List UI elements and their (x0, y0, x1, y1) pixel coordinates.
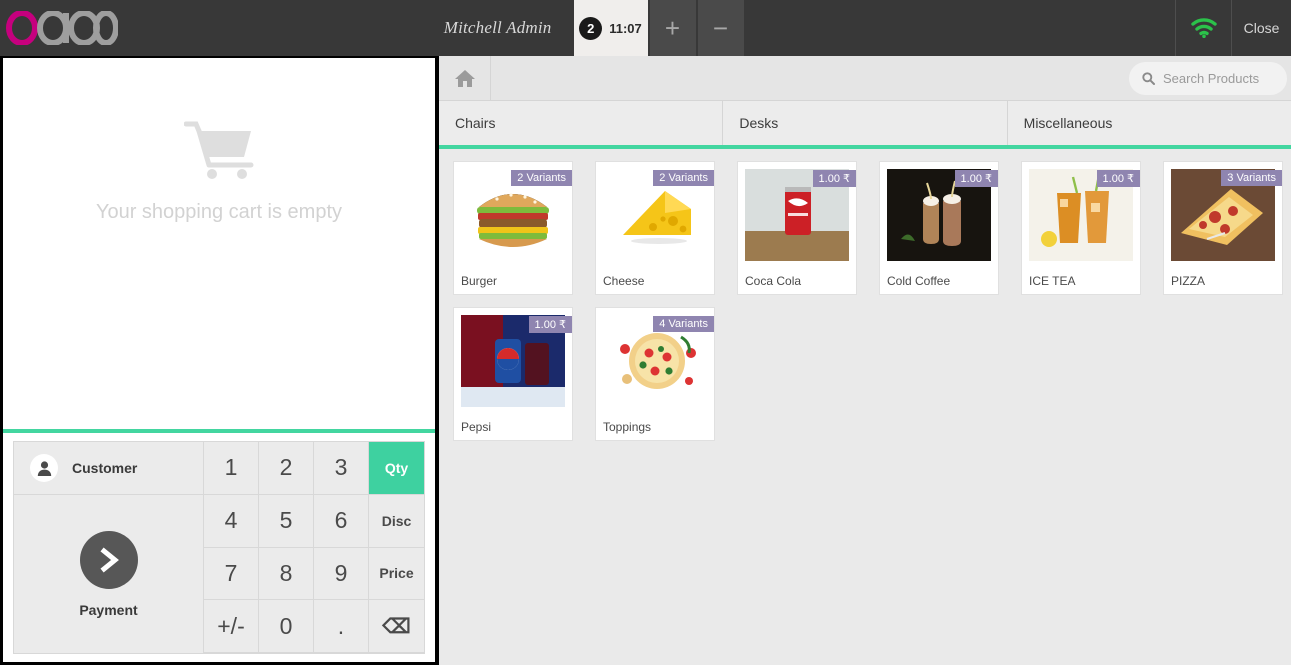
category-tab-chairs[interactable]: Chairs (439, 101, 724, 145)
numpad-key-9[interactable]: 9 (314, 547, 369, 601)
product-grid: 2 Variants Burger 2 Variants Cheese 1.00 ₹… (439, 149, 1291, 665)
wifi-status-button[interactable] (1175, 0, 1231, 56)
order-tabs: 2 11:07 + − (573, 0, 744, 56)
product-card[interactable]: 4 Variants Toppings (595, 307, 715, 441)
numpad-key-2[interactable]: 2 (259, 442, 314, 495)
remove-order-button[interactable]: − (695, 0, 744, 56)
category-tab-label: Chairs (455, 115, 496, 131)
numpad-mode-disc[interactable]: Disc (369, 494, 424, 548)
odoo-logo[interactable] (0, 0, 120, 56)
numpad-key-7[interactable]: 7 (204, 547, 259, 601)
add-order-button[interactable]: + (647, 0, 696, 56)
numpad-key-8[interactable]: 8 (259, 547, 314, 601)
product-name: Cold Coffee (887, 274, 951, 288)
product-badge: 1.00 ₹ (528, 316, 572, 333)
numpad-key-6[interactable]: 6 (314, 494, 369, 548)
product-name: ICE TEA (1029, 274, 1076, 288)
numpad-key-sign[interactable]: +/- (204, 600, 259, 653)
user-icon (30, 454, 58, 482)
product-card[interactable]: 1.00 ₹ Pepsi (453, 307, 573, 441)
numpad-mode-qty[interactable]: Qty (369, 442, 424, 495)
numpad-left-column: Customer Payment (14, 442, 204, 653)
numpad-key-3[interactable]: 3 (314, 442, 369, 495)
home-button[interactable] (439, 55, 491, 101)
product-name: Coca Cola (745, 274, 802, 288)
header-right-group: Close (1175, 0, 1291, 56)
numpad-key-4[interactable]: 4 (204, 494, 259, 548)
home-icon (454, 70, 475, 87)
body-split: Your shopping cart is empty Customer Pay… (0, 55, 1291, 665)
header-spacer (744, 0, 1176, 56)
left-order-panel: Your shopping cart is empty Customer Pay… (0, 56, 437, 665)
product-badge: 3 Variants (1221, 170, 1282, 186)
numpad-key-decimal[interactable]: . (314, 600, 369, 653)
product-name: PIZZA (1171, 274, 1206, 288)
product-name: Toppings (603, 420, 652, 434)
numpad-keys-grid: 1 2 3 Qty 4 5 6 Disc 7 8 9 Price +/- 0. ⌫ (204, 442, 424, 653)
customer-label: Customer (72, 460, 138, 476)
category-tab-label: Desks (739, 115, 779, 131)
product-badge: 4 Variants (653, 316, 714, 332)
order-tab-active[interactable]: 2 11:07 (573, 0, 648, 56)
payment-button[interactable]: Payment (14, 495, 203, 653)
cart-empty-message: Your shopping cart is empty (95, 201, 343, 223)
odoo-logo-icon (6, 11, 118, 45)
product-card[interactable]: 2 Variants Cheese (595, 161, 715, 295)
product-badge: 2 Variants (511, 170, 572, 186)
search-icon (1142, 71, 1155, 85)
shopping-cart-icon (183, 118, 254, 185)
numpad-mode-price[interactable]: Price (369, 547, 424, 601)
product-badge: 1.00 ₹ (954, 170, 998, 187)
product-name: Burger (461, 274, 498, 288)
numpad-section: Customer Payment 1 2 3 Qty 4 5 6 Disc 7 8 9 Price +/… (3, 433, 435, 662)
right-products-panel: Search Products Chairs Desks Miscellaneous… (437, 55, 1291, 665)
search-input[interactable]: Search Products (1129, 61, 1287, 95)
search-placeholder: Search Products (1163, 70, 1260, 86)
numpad-backspace[interactable]: ⌫ (369, 600, 424, 653)
order-tab-badge: 2 (579, 16, 603, 40)
product-card[interactable]: 1.00 ₹ Coca Cola (737, 161, 857, 295)
cart-area: Your shopping cart is empty (3, 58, 435, 433)
category-tab-desks[interactable]: Desks (723, 101, 1008, 145)
numpad-container: Customer Payment 1 2 3 Qty 4 5 6 Disc 7 8 9 Price +/… (13, 441, 425, 654)
category-tab-label: Miscellaneous (1023, 115, 1113, 131)
order-tab-time: 11:07 (609, 20, 642, 36)
top-header-bar: Mitchell Admin 2 11:07 + − Close (0, 0, 1291, 56)
product-card[interactable]: 1.00 ₹ ICE TEA (1021, 161, 1141, 295)
product-badge: 1.00 ₹ (812, 170, 856, 187)
product-badge: 2 Variants (653, 170, 714, 186)
product-name: Cheese (603, 274, 645, 288)
wifi-icon (1190, 18, 1217, 38)
username-label: Mitchell Admin (443, 18, 552, 37)
numpad-key-1[interactable]: 1 (204, 442, 259, 495)
pos-application: Mitchell Admin 2 11:07 + − Close Your sh… (0, 0, 1291, 665)
category-tab-miscellaneous[interactable]: Miscellaneous (1008, 101, 1291, 145)
product-card[interactable]: 2 Variants Burger (453, 161, 573, 295)
chevron-right-icon (79, 530, 138, 589)
category-tabs: Chairs Desks Miscellaneous (439, 101, 1291, 149)
products-header: Search Products (439, 55, 1291, 101)
numpad-key-0[interactable]: 0 (259, 600, 314, 653)
payment-label: Payment (79, 601, 138, 618)
set-customer-button[interactable]: Customer (14, 442, 203, 495)
product-card[interactable]: 1.00 ₹ Cold Coffee (879, 161, 999, 295)
numpad-key-5[interactable]: 5 (259, 494, 314, 548)
close-button[interactable]: Close (1231, 0, 1291, 56)
product-badge: 1.00 ₹ (1096, 170, 1140, 187)
product-card[interactable]: 3 Variants PIZZA (1163, 161, 1283, 295)
product-name: Pepsi (461, 420, 492, 434)
user-zone: Mitchell Admin (120, 0, 574, 56)
